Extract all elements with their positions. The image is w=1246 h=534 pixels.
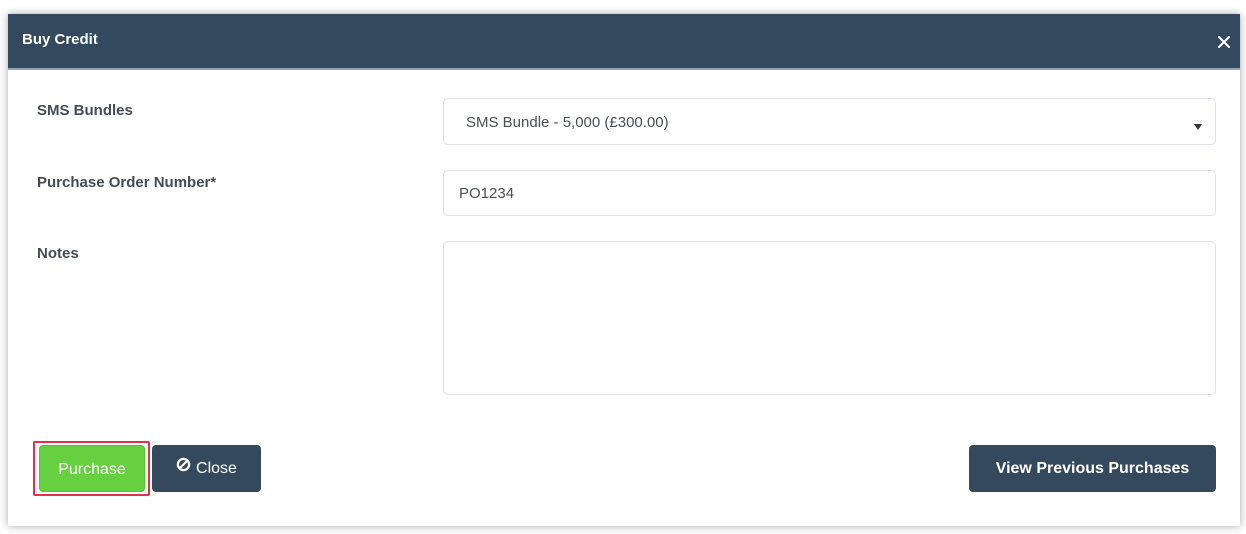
sms-bundles-label: SMS Bundles: [37, 102, 133, 119]
notes-label: Notes: [37, 245, 79, 262]
notes-textarea[interactable]: [443, 241, 1216, 395]
close-button-label: Close: [196, 460, 237, 477]
close-icon[interactable]: [1214, 32, 1234, 52]
purchase-order-label: Purchase Order Number*: [37, 174, 217, 191]
ban-icon: [176, 444, 191, 491]
modal-header: Buy Credit: [8, 14, 1240, 68]
sms-bundles-select[interactable]: SMS Bundle - 5,000 (£300.00): [443, 98, 1216, 145]
modal-title: Buy Credit: [22, 31, 98, 48]
buy-credit-modal: Buy Credit SMS Bundles SMS Bundle - 5,00…: [8, 14, 1240, 526]
header-divider: [8, 68, 1240, 70]
purchase-order-input[interactable]: [443, 170, 1216, 216]
view-previous-purchases-button[interactable]: View Previous Purchases: [969, 445, 1216, 492]
sms-bundles-selected-value: SMS Bundle - 5,000 (£300.00): [466, 114, 669, 131]
caret-down-icon: [1193, 118, 1203, 130]
close-button[interactable]: Close: [152, 445, 261, 492]
purchase-button[interactable]: Purchase: [39, 445, 145, 492]
